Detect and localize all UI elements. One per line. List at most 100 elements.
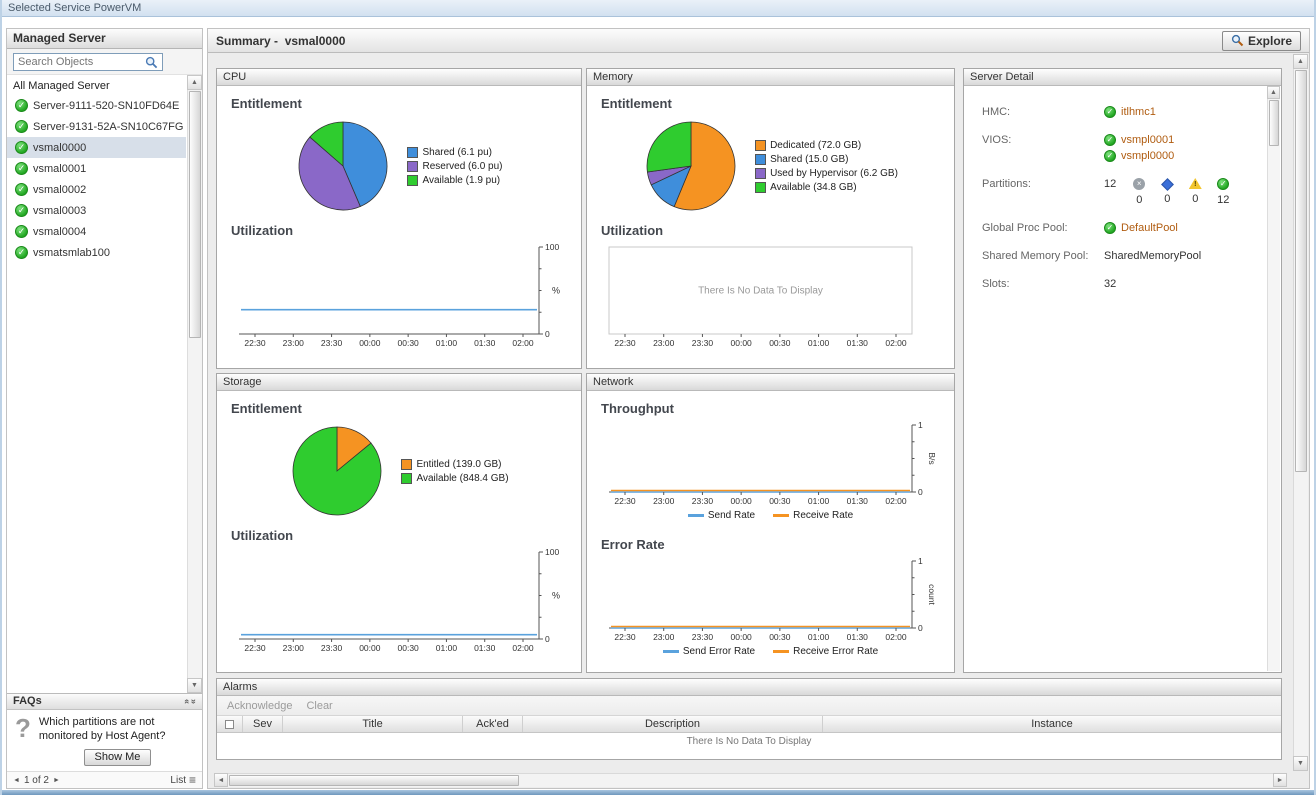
legend-swatch-icon <box>407 147 418 158</box>
hmc-label: HMC: <box>982 106 1104 118</box>
svg-text:23:00: 23:00 <box>653 496 675 506</box>
svg-text:02:00: 02:00 <box>512 338 534 348</box>
network-error-rate-heading: Error Rate <box>601 537 942 552</box>
legend-line-icon <box>688 514 704 517</box>
svg-text:01:30: 01:30 <box>474 338 496 348</box>
partition-status-fatal-icon <box>1161 178 1174 191</box>
scroll-right-button[interactable]: ► <box>1273 773 1287 787</box>
clear-button[interactable]: Clear <box>306 700 332 712</box>
svg-text:22:30: 22:30 <box>614 338 636 348</box>
hmc-link[interactable]: itlhmc1 <box>1121 106 1156 118</box>
server-list-item[interactable]: vsmal0001 <box>7 158 186 179</box>
server-list-item-selected[interactable]: vsmal0000 <box>7 137 186 158</box>
network-throughput-heading: Throughput <box>601 401 942 416</box>
storage-panel: Storage Entitlement Entitled (139.0 GB)A… <box>216 373 582 673</box>
question-mark-icon: ? <box>15 715 31 766</box>
scroll-thumb[interactable] <box>1269 100 1279 146</box>
managed-server-sidebar: Managed Server All Managed Server Server… <box>6 28 203 789</box>
legend-line-icon <box>773 514 789 517</box>
alarms-table-header: Sev Title Ack'ed Description Instance <box>217 716 1281 733</box>
show-me-button[interactable]: Show Me <box>84 749 152 766</box>
search-icon[interactable] <box>145 56 158 69</box>
vios-label: VIOS: <box>982 134 1104 146</box>
scroll-down-button[interactable]: ▼ <box>1293 756 1308 771</box>
column-header-description[interactable]: Description <box>523 716 823 732</box>
legend-swatch-icon <box>407 175 418 186</box>
select-all-checkbox[interactable] <box>217 716 243 732</box>
legend-item: Shared (6.1 pu) <box>407 147 502 158</box>
scroll-thumb[interactable] <box>189 91 201 338</box>
server-list-item[interactable]: vsmal0002 <box>7 179 186 200</box>
svg-text:0: 0 <box>545 329 550 339</box>
column-header-instance[interactable]: Instance <box>823 716 1281 732</box>
legend-item: Available (848.4 GB) <box>401 473 508 484</box>
svg-text:00:30: 00:30 <box>769 496 791 506</box>
svg-text:23:30: 23:30 <box>321 643 343 653</box>
server-list-item[interactable]: Server-9111-520-SN10FD64E <box>7 95 186 116</box>
svg-text:100: 100 <box>545 547 559 557</box>
app-window: Selected Service PowerVM Managed Server … <box>0 0 1316 795</box>
scroll-down-button[interactable]: ▼ <box>187 678 202 693</box>
faqs-header[interactable]: FAQs »» <box>7 694 202 710</box>
status-normal-icon <box>15 225 28 238</box>
svg-text:%: % <box>552 591 560 601</box>
partitions-total: 12 <box>1104 178 1116 190</box>
global-proc-pool-link[interactable]: DefaultPool <box>1121 222 1178 234</box>
network-error-rate-chart: 10count22:3023:0023:3000:0000:3001:0001:… <box>605 554 938 644</box>
faq-pagination: 1 of 2 <box>24 775 49 786</box>
column-header-sev[interactable]: Sev <box>243 716 283 732</box>
faq-next-icon[interactable]: ► <box>53 777 60 784</box>
global-proc-pool-label: Global Proc Pool: <box>982 222 1104 234</box>
scroll-left-button[interactable]: ◄ <box>214 773 228 787</box>
storage-entitlement-legend: Entitled (139.0 GB)Available (848.4 GB) <box>401 459 508 484</box>
scroll-up-button[interactable]: ▲ <box>187 75 202 90</box>
column-header-acked[interactable]: Ack'ed <box>463 716 523 732</box>
cpu-utilization-heading: Utilization <box>231 223 569 238</box>
cpu-entitlement-heading: Entitlement <box>231 96 569 111</box>
server-list-item[interactable]: vsmatsmlab100 <box>7 242 186 263</box>
status-normal-icon <box>15 183 28 196</box>
partition-count: 0 <box>1136 194 1142 206</box>
vios-link[interactable]: vsmpl0001 <box>1121 134 1174 146</box>
legend-line-icon <box>663 650 679 653</box>
partitions-row: Partitions: 12 0 0 <box>982 178 1267 206</box>
svg-text:01:00: 01:00 <box>436 338 458 348</box>
status-normal-icon <box>15 246 28 259</box>
vios-link[interactable]: vsmpl0000 <box>1121 150 1174 162</box>
svg-text:02:00: 02:00 <box>885 632 907 642</box>
main-vertical-scrollbar[interactable]: ▲ ▼ <box>1293 54 1308 771</box>
status-normal-icon <box>1104 150 1116 162</box>
main-horizontal-scrollbar[interactable]: ◄ ► <box>214 773 1287 787</box>
svg-text:1: 1 <box>918 556 923 566</box>
partition-count: 0 <box>1164 193 1170 205</box>
global-proc-pool-row: Global Proc Pool: DefaultPool <box>982 222 1267 234</box>
status-normal-icon <box>15 162 28 175</box>
storage-entitlement-heading: Entitlement <box>231 401 569 416</box>
network-throughput-chart: 10B/s22:3023:0023:3000:0000:3001:0001:30… <box>605 418 938 508</box>
search-input[interactable] <box>13 53 163 71</box>
faqs-collapse-icon[interactable]: »» <box>184 694 196 709</box>
list-view-icon[interactable]: ≡ <box>189 773 196 787</box>
svg-text:01:30: 01:30 <box>847 632 869 642</box>
scroll-up-button[interactable]: ▲ <box>1293 54 1308 69</box>
server-list-item[interactable]: vsmal0003 <box>7 200 186 221</box>
legend-swatch-icon <box>755 168 766 179</box>
scroll-up-button[interactable]: ▲ <box>1267 86 1280 99</box>
sidebar-scrollbar[interactable]: ▲ ▼ <box>187 75 202 693</box>
faq-list-label[interactable]: List <box>170 775 186 786</box>
explore-button[interactable]: Explore <box>1222 31 1301 51</box>
slots-value: 32 <box>1104 278 1116 290</box>
scroll-thumb[interactable] <box>229 775 519 786</box>
server-list-item[interactable]: vsmal0004 <box>7 221 186 242</box>
acknowledge-button[interactable]: Acknowledge <box>227 700 292 712</box>
scroll-thumb[interactable] <box>1295 70 1307 472</box>
memory-entitlement-heading: Entitlement <box>601 96 942 111</box>
svg-text:00:00: 00:00 <box>731 632 753 642</box>
server-list-item[interactable]: Server-9131-52A-SN10C67FG <box>7 116 186 137</box>
memory-entitlement-legend: Dedicated (72.0 GB)Shared (15.0 GB)Used … <box>755 140 898 193</box>
faq-prev-icon[interactable]: ◄ <box>13 777 20 784</box>
explore-icon <box>1231 34 1244 47</box>
svg-text:B/s: B/s <box>927 452 937 464</box>
column-header-title[interactable]: Title <box>283 716 463 732</box>
server-detail-scrollbar[interactable]: ▲ <box>1267 87 1280 671</box>
